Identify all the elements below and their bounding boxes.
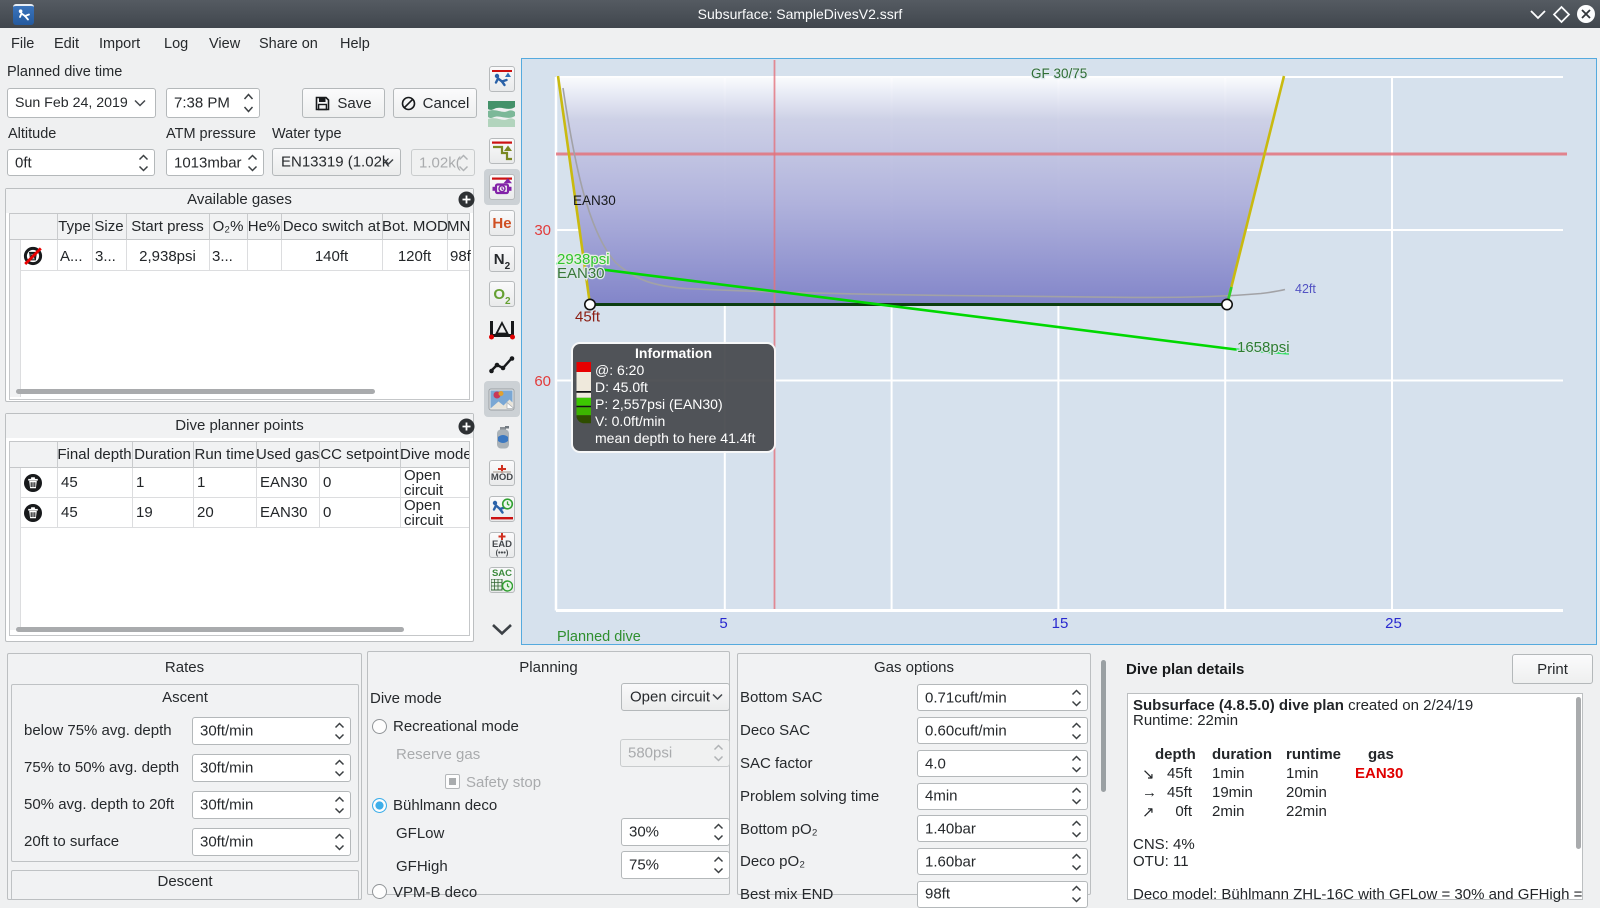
- svg-text:P: 2,557psi (EAN30): P: 2,557psi (EAN30): [595, 396, 723, 412]
- svg-text:GF 30/75: GF 30/75: [1031, 66, 1087, 81]
- svg-text:5: 5: [719, 615, 727, 632]
- svg-text:mean depth to here 41.4ft: mean depth to here 41.4ft: [595, 430, 755, 446]
- svg-text:15: 15: [1052, 615, 1069, 632]
- svg-text:25: 25: [1385, 615, 1402, 632]
- svg-text:45ft: 45ft: [575, 309, 601, 326]
- svg-text:D: 45.0ft: D: 45.0ft: [595, 379, 648, 395]
- svg-text:EAN30: EAN30: [557, 265, 605, 282]
- svg-text:60: 60: [534, 373, 551, 390]
- svg-text:EAN30: EAN30: [573, 193, 616, 208]
- svg-text:30: 30: [534, 222, 551, 239]
- svg-text:1658psi: 1658psi: [1237, 339, 1290, 356]
- svg-text:@: 6:20: @: 6:20: [595, 362, 644, 378]
- svg-text:Information: Information: [635, 345, 712, 361]
- svg-text:Planned dive: Planned dive: [557, 629, 641, 645]
- svg-text:V: 0.0ft/min: V: 0.0ft/min: [595, 413, 665, 429]
- svg-text:42ft: 42ft: [1295, 282, 1316, 296]
